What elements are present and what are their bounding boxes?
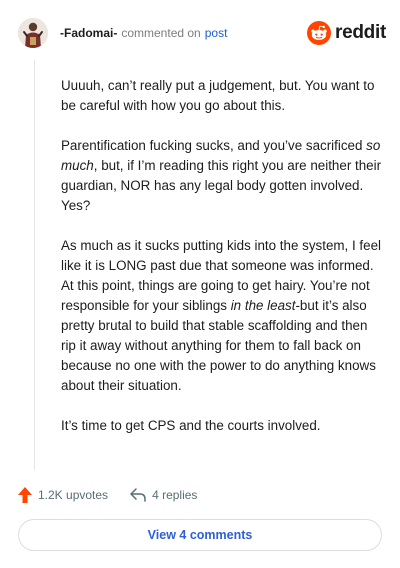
comment-paragraph: Uuuuh, can’t really put a judgement, but… [61,76,383,116]
upvote-control[interactable]: 1.2K upvotes [18,487,108,503]
comment-paragraph: As much as it sucks putting kids into th… [61,236,383,396]
thread-line [34,60,35,470]
comment-emphasis: in the least [230,298,296,313]
reply-count: 4 replies [152,488,198,502]
comment-text: Uuuuh, can’t really put a judgement, but… [61,78,375,113]
comment-header: -Fadomai- commented on post reddit [18,16,386,50]
commented-on-label: commented on [121,26,201,40]
reddit-logo-icon [307,21,332,45]
reddit-wordmark: reddit [335,22,386,43]
comment-paragraph: It’s time to get CPS and the courts invo… [61,416,383,436]
upvote-arrow-icon[interactable] [18,487,32,503]
comment-body: Uuuuh, can’t really put a judgement, but… [61,76,383,456]
comment-text: Parentification fucking sucks, and you’v… [61,138,367,153]
reddit-brand: reddit [307,21,386,45]
view-comments-button[interactable]: View 4 comments [18,519,382,551]
comment-actions: 1.2K upvotes 4 replies [18,484,197,506]
comment-text: , but, if I’m reading this right you are… [61,158,382,213]
upvote-count: 1.2K upvotes [38,488,109,502]
avatar-figure-icon [18,18,48,48]
reply-control[interactable]: 4 replies [130,488,197,502]
comment-text: It’s time to get CPS and the courts invo… [61,418,321,433]
username[interactable]: -Fadomai- [60,26,117,40]
avatar[interactable] [18,18,48,48]
comment-card: -Fadomai- commented on post reddit Uuuuh… [0,0,400,568]
post-link[interactable]: post [205,26,228,40]
reply-arrow-icon[interactable] [130,488,146,502]
comment-paragraph: Parentification fucking sucks, and you’v… [61,136,383,216]
comment-meta: -Fadomai- commented on post [60,26,227,40]
